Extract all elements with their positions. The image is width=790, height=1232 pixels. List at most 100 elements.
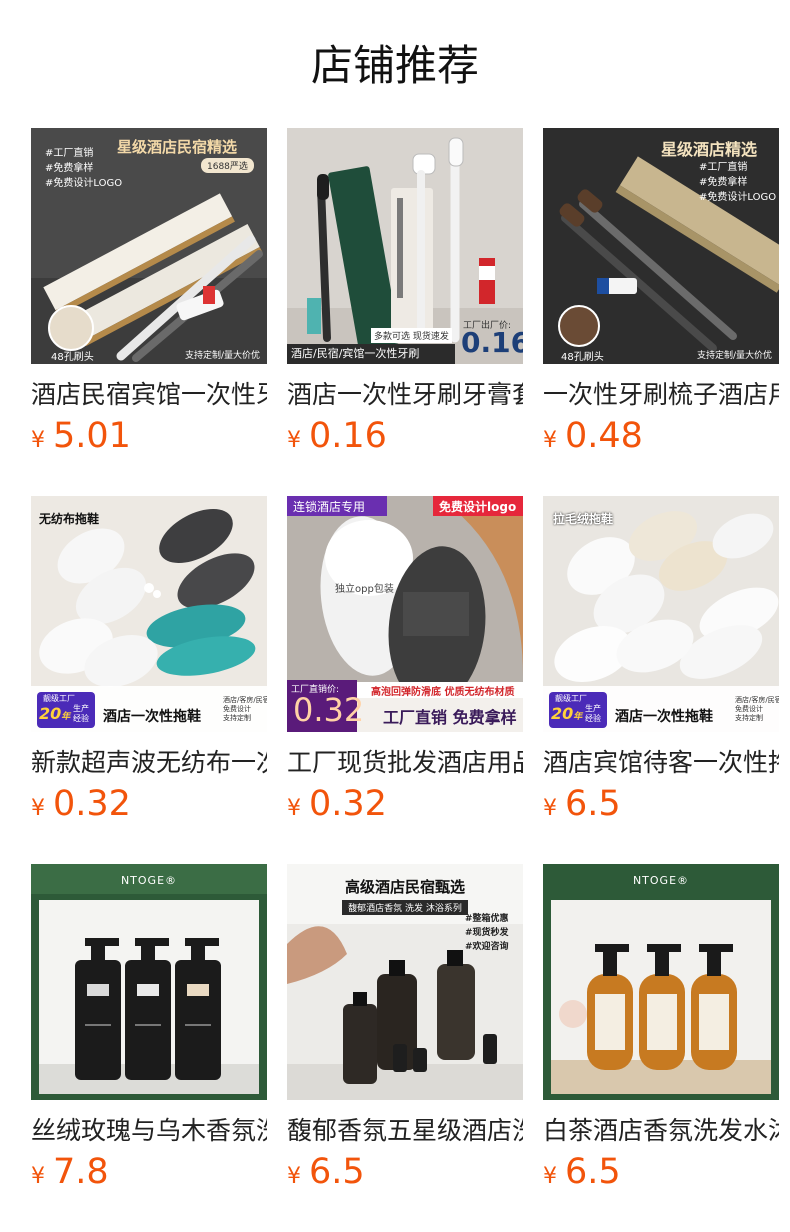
image-years-value: 20 [551,704,574,723]
image-pack: 独立opp包装 [335,584,394,595]
image-years-note-line: 生产 [73,704,89,713]
image-years-value: 20 [39,704,62,723]
image-years-note-line: 经验 [73,714,89,723]
product-name[interactable]: 馥郁香氛五星级酒店洗护套装 [287,1114,523,1148]
image-note: 免费设计 [223,705,251,713]
image-note: 支持定制 [735,714,763,722]
product-price: ¥ 0.32 [31,784,131,828]
image-tag: #免费拿样 [699,177,748,188]
image-notes: 酒店/客房/民宿 免费设计 支持定制 [735,696,779,723]
image-foot-right: 支持定制/量大价优 [697,351,773,361]
image-caption: 酒店一次性拖鞋 [615,709,713,725]
product-price: ¥ 5.01 [31,416,131,460]
price-value: 6.5 [565,1152,621,1192]
image-tag: #工厂直销 [699,162,748,173]
product-image[interactable]: 星级酒店精选 #工厂直销 #免费拿样 #免费设计LOGO 48孔刷头 支持定制/… [543,128,779,364]
product-name[interactable]: 工厂现货批发酒店用品拖鞋 [287,746,523,780]
currency-symbol: ¥ [543,428,557,453]
image-years-note: 生产 经验 [73,704,89,724]
product-price: ¥ 0.16 [287,416,387,460]
product-price: ¥ 6.5 [543,784,621,828]
image-tag-list: #整箱优惠 #现货秒发 #欢迎咨询 [465,912,509,954]
image-banner: 星级酒店民宿精选 [117,138,238,156]
product-name[interactable]: 一次性牙刷梳子酒店用品 [543,378,779,412]
image-tag-list: #工厂直销 #免费拿样 #免费设计LOGO [699,160,776,205]
product-card[interactable]: NTOGE® 白茶酒店香氛洗发水沐浴露 ¥ 6.5 [543,864,779,1232]
image-left-tag: 连锁酒店专用 [293,500,366,514]
image-caption: 酒店一次性拖鞋 [103,709,201,725]
image-tag: #整箱优惠 [465,914,509,924]
product-price: ¥ 6.5 [543,1152,621,1196]
product-name[interactable]: 白茶酒店香氛洗发水沐浴露 [543,1114,779,1148]
image-label: 无纺布拖鞋 [39,512,100,526]
product-price: ¥ 6.5 [287,1152,365,1196]
currency-symbol: ¥ [31,428,45,453]
product-image[interactable]: 多款可选 现货速发 工厂出厂价: 0.16¥ 酒店/民宿/宾馆一次性牙刷 [287,128,523,364]
currency-symbol: ¥ [31,796,45,821]
price-value: 0.32 [53,784,131,824]
product-card[interactable]: NTOGE® 丝绒玫瑰与乌木香氛洗发水 ¥ 7.8 [31,864,267,1232]
price-value: 6.5 [309,1152,365,1192]
price-value: 5.01 [53,416,131,456]
image-banner: 星级酒店精选 [661,140,758,159]
image-tag-list: #工厂直销 #免费拿样 #免费设计LOGO [45,146,122,191]
product-image[interactable]: NTOGE® [31,864,267,1100]
amber-bottles-photo [543,864,779,1100]
product-image[interactable]: NTOGE® [543,864,779,1100]
image-note: 免费设计 [735,705,763,713]
image-right-tag: 免费设计logo [439,500,517,514]
product-price: ¥ 0.32 [287,784,387,828]
brand-logo: NTOGE® [632,874,690,887]
product-image[interactable]: 拉毛绒拖鞋 靓级工厂 20年 生产 经验 酒店一次性拖鞋 酒店/客房/民宿 免费… [543,496,779,732]
currency-symbol: ¥ [287,796,301,821]
product-card[interactable]: 多款可选 现货速发 工厂出厂价: 0.16¥ 酒店/民宿/宾馆一次性牙刷 酒店一… [287,128,523,496]
product-name[interactable]: 酒店民宿宾馆一次性牙刷 [31,378,267,412]
product-name[interactable]: 新款超声波无纺布一次性拖鞋 [31,746,267,780]
image-slogan: 工厂直销 免费拿样 [383,708,517,727]
product-name[interactable]: 酒店宾馆待客一次性拖鞋 [543,746,779,780]
image-feature: 高泡回弹防滑底 优质无纺布材质 [371,687,515,698]
product-card[interactable]: 拉毛绒拖鞋 靓级工厂 20年 生产 经验 酒店一次性拖鞋 酒店/客房/民宿 免费… [543,496,779,864]
image-subtitle: 馥郁酒店香氛 洗发 沐浴系列 [342,900,468,915]
image-price-value: 0.16 [461,326,523,359]
product-grid: 星级酒店民宿精选 #工厂直销 #免费拿样 #免费设计LOGO 1688严选 48… [31,128,779,1232]
image-note: 酒店/客房/民宿 [223,696,267,704]
product-name[interactable]: 酒店一次性牙刷牙膏套装 [287,378,523,412]
product-price: ¥ 0.48 [543,416,643,460]
image-years-note-line: 经验 [585,714,601,723]
price-value: 0.16 [309,416,387,456]
section-title: 店铺推荐 [310,41,479,90]
image-title: 高级酒店民宿甄选 [344,878,465,896]
currency-symbol: ¥ [543,796,557,821]
image-badge: 1688严选 [201,158,254,173]
image-years: 20年 [551,704,582,723]
product-card[interactable]: 无纺布拖鞋 靓级工厂 20年 生产 经验 酒店一次性拖鞋 酒店/客房/民宿 免费… [31,496,267,864]
image-tag: #现货秒发 [465,928,509,938]
image-note: 酒店/客房/民宿 [735,696,779,704]
currency-symbol: ¥ [287,1164,301,1189]
recommend-page: 店铺推荐 星级酒店民宿精选 #工厂直销 #免费拿样 #免费设计LOGO 1688… [0,0,790,1232]
image-years: 20年 [39,704,70,723]
shampoo-bottles-photo [31,864,267,1100]
image-factory: 靓级工厂 [555,694,587,703]
product-image[interactable]: 高级酒店民宿甄选 馥郁酒店香氛 洗发 沐浴系列 #整箱优惠 #现货秒发 #欢迎咨… [287,864,523,1100]
product-image[interactable]: 连锁酒店专用 免费设计logo 独立opp包装 工厂直销价: 0.32 高泡回弹… [287,496,523,732]
image-years-unit: 年 [61,712,71,722]
product-image[interactable]: 无纺布拖鞋 靓级工厂 20年 生产 经验 酒店一次性拖鞋 酒店/客房/民宿 免费… [31,496,267,732]
product-card[interactable]: 连锁酒店专用 免费设计logo 独立opp包装 工厂直销价: 0.32 高泡回弹… [287,496,523,864]
product-name[interactable]: 丝绒玫瑰与乌木香氛洗发水 [31,1114,267,1148]
image-promo: 多款可选 现货速发 [371,328,452,343]
image-tag: #欢迎咨询 [465,942,509,952]
price-value: 0.32 [309,784,387,824]
product-card[interactable]: 星级酒店民宿精选 #工厂直销 #免费拿样 #免费设计LOGO 1688严选 48… [31,128,267,496]
currency-symbol: ¥ [543,1164,557,1189]
image-tag: #免费设计LOGO [699,192,777,203]
product-card[interactable]: 星级酒店精选 #工厂直销 #免费拿样 #免费设计LOGO 48孔刷头 支持定制/… [543,128,779,496]
product-image[interactable]: 星级酒店民宿精选 #工厂直销 #免费拿样 #免费设计LOGO 1688严选 48… [31,128,267,364]
product-price: ¥ 7.8 [31,1152,109,1196]
image-tag: #工厂直销 [45,148,94,159]
product-card[interactable]: 高级酒店民宿甄选 馥郁酒店香氛 洗发 沐浴系列 #整箱优惠 #现货秒发 #欢迎咨… [287,864,523,1232]
image-foot-left: 48孔刷头 [561,352,604,363]
image-factory: 靓级工厂 [43,694,75,703]
brand-logo: NTOGE® [120,874,178,887]
